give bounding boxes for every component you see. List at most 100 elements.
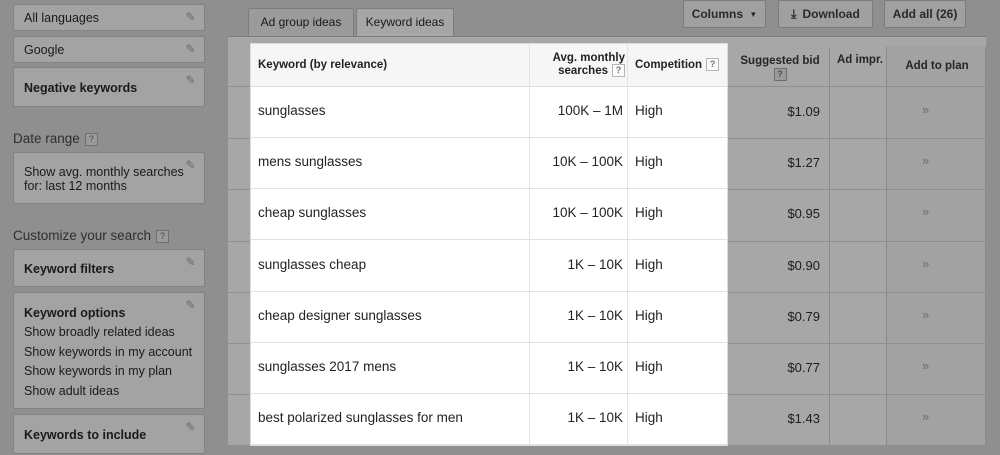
pencil-icon[interactable]: ✎ [184, 256, 197, 269]
network-value: Google [24, 43, 65, 57]
competition-cell: High [635, 154, 663, 170]
pencil-icon[interactable]: ✎ [184, 299, 197, 312]
suggested-bid-header: Suggested bid ? [735, 54, 825, 82]
language-value: All languages [24, 11, 100, 25]
help-icon[interactable]: ? [156, 230, 170, 243]
help-icon[interactable]: ? [706, 58, 720, 71]
add-to-plan-arrow-icon[interactable]: » [922, 102, 929, 117]
competition-header-label: Competition [635, 59, 703, 71]
keyword-options-box[interactable]: Keyword options Show broadly related ide… [13, 292, 205, 409]
pencil-icon[interactable]: ✎ [184, 11, 197, 24]
add-all-button[interactable]: Add all (26) [884, 0, 966, 28]
date-range-label: Date range [13, 131, 80, 146]
table-row[interactable]: mens sunglasses 10K – 100K High [251, 137, 727, 190]
ad-impr-header: Ad impr. [836, 54, 883, 66]
avg-searches-cell: 10K – 100K [552, 154, 623, 170]
sidebar: All languages ✎ Google ✎ Negative keywor… [0, 0, 220, 454]
columns-button[interactable]: Columns ▼ [683, 0, 766, 28]
pencil-icon[interactable]: ✎ [184, 159, 197, 172]
table-row[interactable]: sunglasses 100K – 1M High [251, 86, 727, 138]
add-to-plan-arrow-icon[interactable]: » [922, 409, 929, 424]
avg-searches-header[interactable]: Avg. monthly searches? [545, 52, 625, 77]
negative-keywords-box[interactable]: Negative keywords ✎ [13, 67, 205, 107]
competition-header[interactable]: Competition? [635, 58, 720, 71]
competition-cell: High [635, 103, 663, 118]
language-selector[interactable]: All languages ✎ [13, 4, 205, 31]
add-to-plan-arrow-icon[interactable]: » [922, 204, 929, 219]
competition-cell: High [635, 410, 663, 426]
chevron-down-icon: ▼ [749, 10, 758, 19]
tab-ad-group-ideas[interactable]: Ad group ideas [248, 8, 354, 36]
date-range-heading: Date range? [13, 131, 98, 146]
help-icon[interactable]: ? [773, 68, 787, 81]
customize-label: Customize your search [13, 228, 152, 243]
tab-keyword-ideas[interactable]: Keyword ideas [356, 8, 454, 38]
keyword-cell: cheap sunglasses [258, 205, 367, 221]
keyword-cell: cheap designer sunglasses [258, 307, 422, 323]
competition-cell: High [635, 205, 663, 221]
keywords-to-include-label: Keywords to include [24, 428, 147, 442]
keyword-cell: sunglasses cheap [258, 256, 367, 272]
add-to-plan-header: Add to plan [905, 60, 969, 72]
keyword-options-list: Show broadly related ideas Show keywords… [14, 321, 204, 401]
help-icon[interactable]: ? [612, 64, 625, 77]
negative-keywords-label: Negative keywords [24, 81, 138, 95]
keyword-filters-box[interactable]: Keyword filters ✎ [13, 249, 205, 287]
pencil-icon[interactable]: ✎ [184, 43, 197, 56]
suggested-bid-cell: $0.79 [787, 308, 820, 324]
date-range-line-1: Show avg. monthly searches [24, 165, 184, 179]
keyword-cell: best polarized sunglasses for men [258, 410, 463, 426]
date-range-box[interactable]: Show avg. monthly searches for: last 12 … [13, 152, 205, 204]
add-to-plan-arrow-icon[interactable]: » [922, 256, 929, 271]
competition-cell: High [635, 307, 663, 323]
add-to-plan-arrow-icon[interactable]: » [922, 307, 929, 322]
avg-searches-cell: 1K – 10K [567, 256, 623, 272]
competition-cell: High [635, 256, 663, 272]
customize-heading: Customize your search? [13, 228, 170, 243]
keywords-to-include-box[interactable]: Keywords to include ✎ [13, 414, 205, 454]
add-to-plan-arrow-icon[interactable]: » [922, 153, 929, 168]
table-row[interactable]: best polarized sunglasses for men 1K – 10… [251, 393, 727, 446]
table-row[interactable]: sunglasses cheap 1K – 10K High [251, 240, 727, 292]
add-to-plan-column [886, 47, 986, 446]
date-range-line-2: for: last 12 months [24, 179, 127, 193]
help-icon[interactable]: ? [84, 133, 98, 146]
suggested-bid-header-label: Suggested bid [740, 55, 820, 67]
suggested-bid-cell: $1.27 [787, 155, 820, 171]
suggested-bid-cell: $0.90 [787, 257, 820, 273]
option-item: Show keywords in my account [24, 344, 193, 359]
avg-searches-cell: 1K – 10K [567, 359, 623, 374]
column-divider [829, 47, 830, 446]
keyword-filters-label: Keyword filters [24, 262, 115, 276]
add-to-plan-arrow-icon[interactable]: » [922, 358, 929, 373]
keyword-header[interactable]: Keyword (by relevance) [258, 59, 387, 71]
option-item: Show broadly related ideas [24, 325, 175, 339]
competition-cell: High [635, 359, 663, 374]
highlighted-keyword-panel: Keyword (by relevance) Avg. monthly sear… [251, 44, 727, 446]
suggested-bid-cell: $0.77 [787, 360, 820, 375]
pencil-icon[interactable]: ✎ [184, 421, 197, 434]
avg-searches-cell: 10K – 100K [552, 205, 623, 221]
suggested-bid-cell: $1.09 [787, 104, 820, 119]
option-item: Show keywords in my plan [24, 364, 172, 378]
keyword-cell: sunglasses 2017 mens [258, 359, 397, 374]
table-row[interactable]: cheap designer sunglasses 1K – 10K High [251, 291, 727, 343]
keyword-cell: mens sunglasses [258, 154, 363, 170]
avg-searches-cell: 100K – 1M [557, 103, 623, 118]
download-button[interactable]: ⤓ Download [778, 0, 873, 28]
pencil-icon[interactable]: ✎ [184, 74, 197, 87]
keyword-options-label: Keyword options [24, 306, 126, 320]
network-selector[interactable]: Google ✎ [13, 36, 205, 63]
avg-searches-cell: 1K – 10K [567, 410, 623, 426]
avg-searches-header-line-2: searches [558, 65, 608, 77]
avg-searches-header-line-1: Avg. monthly [552, 52, 625, 64]
columns-label: Columns [691, 7, 744, 21]
download-label: Download [802, 7, 860, 21]
table-row[interactable]: cheap sunglasses 10K – 100K High [251, 188, 727, 241]
option-item: Show adult ideas [24, 383, 120, 398]
panel-header-row: Keyword (by relevance) Avg. monthly sear… [251, 44, 727, 87]
keyword-cell: sunglasses [258, 103, 326, 118]
suggested-bid-cell: $0.95 [787, 206, 820, 222]
table-row[interactable]: sunglasses 2017 mens 1K – 10K High [251, 342, 727, 394]
row-divider [228, 445, 986, 447]
